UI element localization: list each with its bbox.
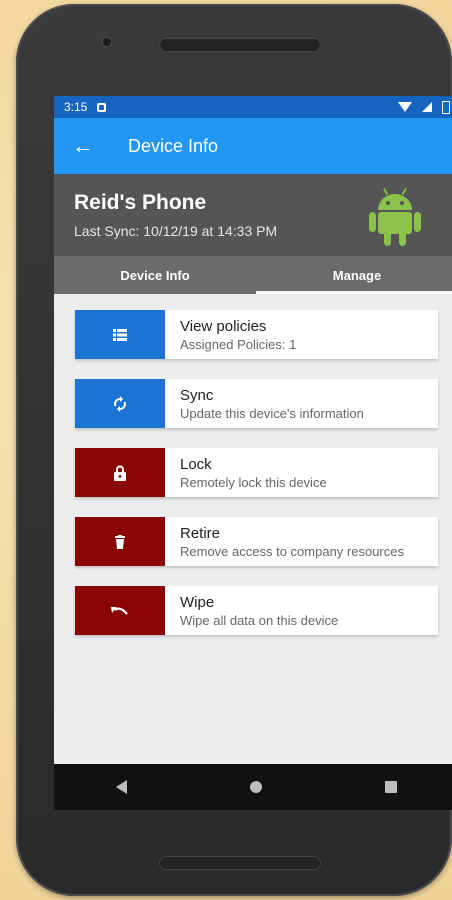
- status-icons: [398, 96, 450, 118]
- wifi-icon: [398, 102, 412, 112]
- action-title: Retire: [180, 524, 221, 542]
- earpiece-speaker: [159, 38, 321, 52]
- device-name: Reid's Phone: [74, 191, 207, 214]
- tab-bar: Device Info Manage: [54, 256, 452, 294]
- android-icon: [369, 188, 421, 246]
- tab-manage[interactable]: Manage: [256, 256, 452, 294]
- action-list: View policies Assigned Policies: 1 Sync …: [54, 294, 452, 635]
- phone-frame: 3:15 ← Device Info Reid's Phone Last Syn…: [16, 4, 452, 896]
- nav-home-icon[interactable]: [249, 781, 262, 793]
- list-icon: [113, 328, 127, 341]
- lock-icon-box: [75, 448, 165, 497]
- page-title: Device Info: [128, 135, 219, 156]
- signal-icon: [422, 102, 432, 112]
- phone-screen: 3:15 ← Device Info Reid's Phone Last Syn…: [54, 96, 452, 810]
- view-policies-action[interactable]: View policies Assigned Policies: 1: [75, 310, 438, 359]
- action-title: View policies: [180, 317, 267, 335]
- lock-icon: [114, 465, 126, 481]
- battery-icon: [442, 100, 450, 114]
- action-title: Sync: [180, 386, 214, 404]
- sync-icon: [114, 395, 126, 412]
- sync-text: Sync Update this device's information: [165, 379, 364, 428]
- wipe-text: Wipe Wipe all data on this device: [165, 586, 338, 635]
- action-subtitle: Assigned Policies: 1: [180, 336, 297, 352]
- app-bar: ← Device Info: [54, 118, 452, 174]
- retire-action[interactable]: Retire Remove access to company resource…: [75, 517, 438, 566]
- lock-text: Lock Remotely lock this device: [165, 448, 327, 497]
- last-sync: Last Sync: 10/12/19 at 14:33 PM: [74, 223, 278, 239]
- trash-icon: [115, 534, 125, 549]
- sync-action[interactable]: Sync Update this device's information: [75, 379, 438, 428]
- action-title: Lock: [180, 455, 212, 473]
- action-subtitle: Remove access to company resources: [180, 543, 404, 559]
- action-title: Wipe: [180, 593, 215, 611]
- back-arrow-icon[interactable]: ←: [54, 133, 128, 159]
- notification-icon: [97, 102, 107, 112]
- action-subtitle: Update this device's information: [180, 405, 364, 421]
- nav-back-icon[interactable]: [115, 780, 127, 794]
- retire-text: Retire Remove access to company resource…: [165, 517, 404, 566]
- wipe-icon-box: [75, 586, 165, 635]
- action-subtitle: Remotely lock this device: [180, 474, 327, 490]
- wipe-action[interactable]: Wipe Wipe all data on this device: [75, 586, 438, 635]
- action-subtitle: Wipe all data on this device: [180, 612, 339, 628]
- sync-icon-box: [75, 379, 165, 428]
- tab-device-info[interactable]: Device Info: [54, 256, 256, 294]
- front-camera: [101, 36, 113, 48]
- status-bar: 3:15: [54, 96, 452, 118]
- bottom-speaker: [159, 856, 321, 870]
- undo-icon: [111, 606, 128, 615]
- lock-action[interactable]: Lock Remotely lock this device: [75, 448, 438, 497]
- status-time: 3:15: [64, 100, 88, 114]
- nav-recents-icon[interactable]: [384, 781, 397, 793]
- view-policies-text: View policies Assigned Policies: 1: [165, 310, 296, 359]
- retire-icon-box: [75, 517, 165, 566]
- device-header: Reid's Phone Last Sync: 10/12/19 at 14:3…: [54, 174, 452, 256]
- view-policies-icon-box: [75, 310, 165, 359]
- system-nav-bar: [54, 764, 452, 810]
